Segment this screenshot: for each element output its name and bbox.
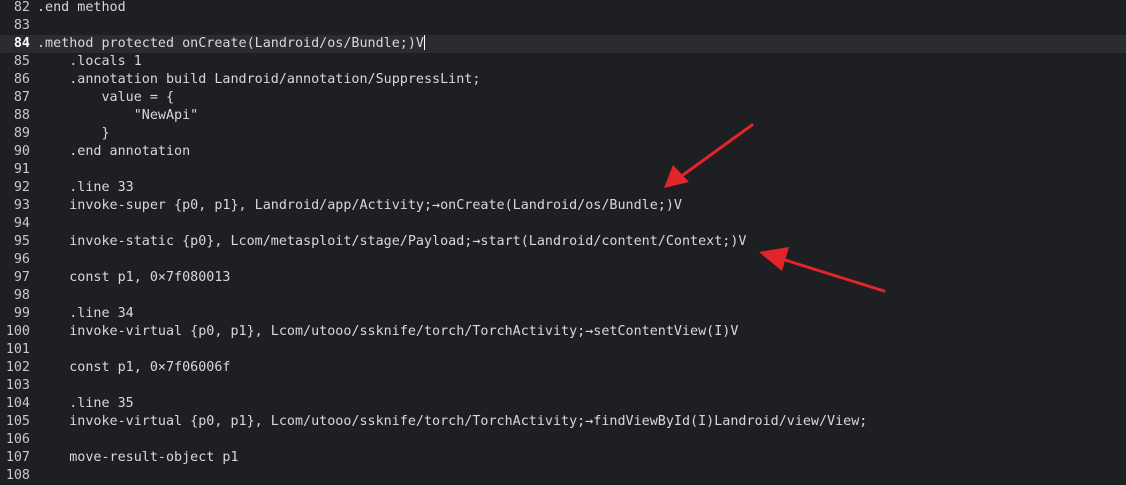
line-number: 92 — [13, 180, 30, 195]
code-text[interactable]: } — [37, 125, 109, 143]
code-line-84[interactable]: 84 .method protected onCreate(Landroid/os… — [0, 35, 1126, 53]
line-number: 84 — [13, 36, 30, 51]
code-line-92[interactable]: 92 .line 33 — [0, 179, 1126, 197]
line-number: 100 — [5, 324, 30, 339]
line-number: 88 — [13, 108, 30, 123]
line-number: 94 — [13, 216, 30, 231]
code-text[interactable]: value = { — [37, 89, 174, 107]
code-line-93[interactable]: 93 invoke-super {p0, p1}, Landroid/app/A… — [0, 197, 1126, 215]
code-line-107[interactable]: 107 move-result-object p1 — [0, 449, 1126, 467]
code-line-98[interactable]: 98 — [0, 287, 1126, 305]
code-line-100[interactable]: 100 invoke-virtual {p0, p1}, Lcom/utooo/… — [0, 323, 1126, 341]
code-line-91[interactable]: 91 — [0, 161, 1126, 179]
code-text[interactable]: const p1, 0×7f080013 — [37, 269, 230, 287]
code-text[interactable]: invoke-super {p0, p1}, Landroid/app/Acti… — [37, 197, 682, 215]
line-number: 103 — [5, 378, 30, 393]
code-text[interactable]: .method protected onCreate(Landroid/os/B… — [37, 35, 425, 53]
line-number: 85 — [13, 54, 30, 69]
code-line-103[interactable]: 103 — [0, 377, 1126, 395]
code-text[interactable]: invoke-static {p0}, Lcom/metasploit/stag… — [37, 233, 746, 251]
code-line-102[interactable]: 102 const p1, 0×7f06006f — [0, 359, 1126, 377]
line-number: 98 — [13, 288, 30, 303]
code-line-97[interactable]: 97 const p1, 0×7f080013 — [0, 269, 1126, 287]
code-line-104[interactable]: 104 .line 35 — [0, 395, 1126, 413]
code-text[interactable]: const p1, 0×7f06006f — [37, 359, 230, 377]
code-line-82[interactable]: 82 .end method — [0, 0, 1126, 17]
line-number: 86 — [13, 72, 30, 87]
code-line-85[interactable]: 85 .locals 1 — [0, 53, 1126, 71]
line-number: 83 — [13, 18, 30, 33]
code-text[interactable]: invoke-virtual {p0, p1}, Lcom/utooo/sskn… — [37, 323, 738, 341]
line-number: 107 — [5, 450, 30, 465]
code-line-94[interactable]: 94 — [0, 215, 1126, 233]
line-number: 108 — [5, 468, 30, 483]
line-number: 102 — [5, 360, 30, 375]
line-number: 89 — [13, 126, 30, 141]
code-text[interactable]: .line 35 — [37, 395, 134, 413]
code-text[interactable]: invoke-virtual {p0, p1}, Lcom/utooo/sskn… — [37, 413, 867, 431]
line-number: 104 — [5, 396, 30, 411]
code-line-89[interactable]: 89 } — [0, 125, 1126, 143]
code-line-95[interactable]: 95 invoke-static {p0}, Lcom/metasploit/s… — [0, 233, 1126, 251]
line-number: 97 — [13, 270, 30, 285]
text-cursor — [423, 35, 425, 50]
code-line-108[interactable]: 108 — [0, 467, 1126, 485]
code-line-87[interactable]: 87 value = { — [0, 89, 1126, 107]
line-number: 82 — [13, 0, 30, 15]
code-line-99[interactable]: 99 .line 34 — [0, 305, 1126, 323]
line-number: 105 — [5, 414, 30, 429]
code-text[interactable]: .annotation build Landroid/annotation/Su… — [37, 71, 480, 89]
line-number: 93 — [13, 198, 30, 213]
code-text[interactable]: "NewApi" — [37, 107, 199, 125]
code-text[interactable]: .end method — [37, 0, 126, 17]
code-line-105[interactable]: 105 invoke-virtual {p0, p1}, Lcom/utooo/… — [0, 413, 1126, 431]
line-number: 95 — [13, 234, 30, 249]
line-number: 99 — [13, 306, 30, 321]
line-number: 101 — [5, 342, 30, 357]
code-line-90[interactable]: 90 .end annotation — [0, 143, 1126, 161]
code-text[interactable]: .end annotation — [37, 143, 190, 161]
code-text[interactable]: .line 33 — [37, 179, 134, 197]
line-number: 87 — [13, 90, 30, 105]
code-line-88[interactable]: 88 "NewApi" — [0, 107, 1126, 125]
code-line-101[interactable]: 101 — [0, 341, 1126, 359]
code-text[interactable]: move-result-object p1 — [37, 449, 238, 467]
code-text[interactable]: .line 34 — [37, 305, 134, 323]
line-number: 96 — [13, 252, 30, 267]
line-number: 91 — [13, 162, 30, 177]
code-line-86[interactable]: 86 .annotation build Landroid/annotation… — [0, 71, 1126, 89]
line-number: 90 — [13, 144, 30, 159]
code-line-106[interactable]: 106 — [0, 431, 1126, 449]
code-line-83[interactable]: 83 — [0, 17, 1126, 35]
code-editor[interactable]: 82 .end method 83 84 .method protected onCre… — [0, 0, 1126, 485]
line-number: 106 — [5, 432, 30, 447]
code-line-96[interactable]: 96 — [0, 251, 1126, 269]
code-text[interactable]: .locals 1 — [37, 53, 142, 71]
